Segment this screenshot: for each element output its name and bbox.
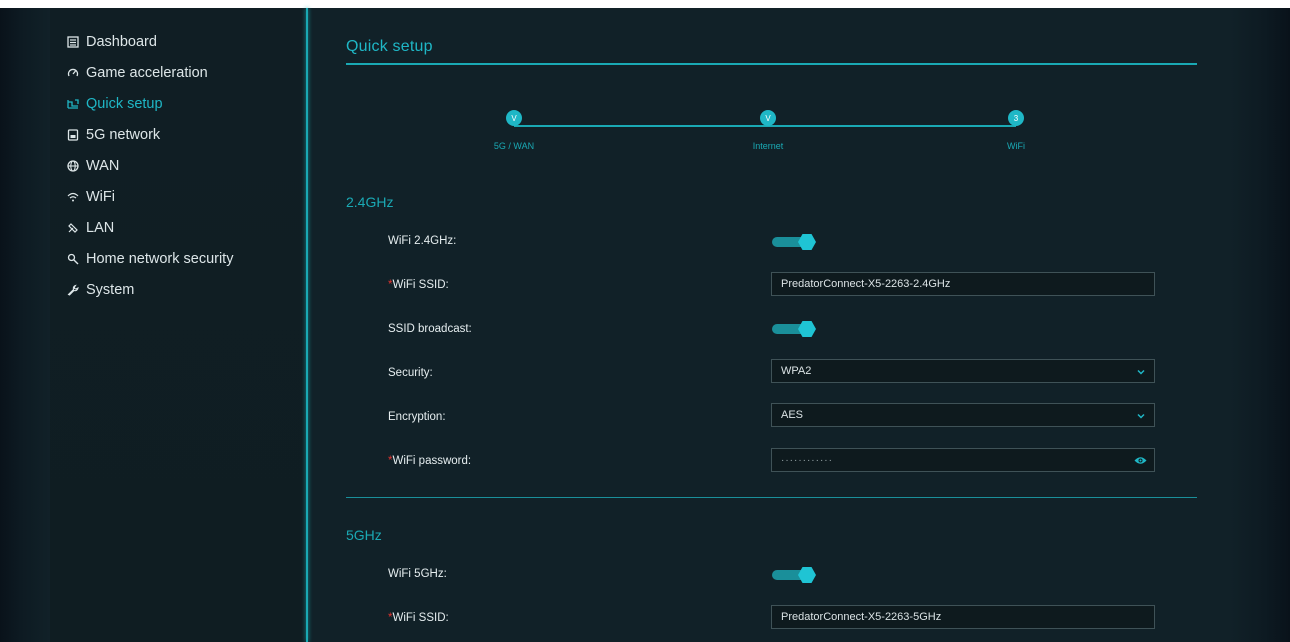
title-divider <box>346 63 1197 65</box>
page: Dashboard Game acceleration Quick setup … <box>0 0 1290 642</box>
section-divider <box>346 497 1197 498</box>
stepper-line <box>768 125 1016 127</box>
sidebar-item-label: WAN <box>86 158 120 174</box>
wifi-2-4ghz-toggle[interactable] <box>772 234 816 250</box>
password-mask: ············ <box>781 454 833 466</box>
security-select[interactable]: WPA2 <box>771 359 1155 383</box>
sidebar-item-lan[interactable]: LAN <box>67 216 114 240</box>
wifi-icon <box>67 191 79 203</box>
ssid-broadcast-toggle[interactable] <box>772 321 816 337</box>
sidebar-item-wan[interactable]: WAN <box>67 154 119 178</box>
encryption-value: AES <box>781 409 804 421</box>
sidebar-item-home-network-security[interactable]: Home network security <box>67 247 233 271</box>
wifi-password-input[interactable]: ············ <box>771 448 1155 472</box>
main-content: Quick setup V V 3 5G / WAN Internet WiFi… <box>308 8 1230 642</box>
sidebar-item-label: Quick setup <box>86 96 163 112</box>
stepper-line <box>514 125 768 127</box>
page-title: Quick setup <box>346 38 433 55</box>
step-marker-internet: V <box>760 110 776 126</box>
step-label-internet: Internet <box>752 141 784 151</box>
sidebar-item-label: Dashboard <box>86 34 157 50</box>
ssid-broadcast-label: SSID broadcast: <box>388 323 472 335</box>
sidebar-item-label: LAN <box>86 220 115 236</box>
chevron-down-icon <box>1137 413 1145 419</box>
section-title-5ghz: 5GHz <box>346 527 382 543</box>
sidebar-item-dashboard[interactable]: Dashboard <box>67 30 157 54</box>
sidebar-item-label: 5G network <box>86 127 161 143</box>
sidebar: Dashboard Game acceleration Quick setup … <box>50 8 306 642</box>
step-marker-wifi: 3 <box>1008 110 1024 126</box>
security-label: Security: <box>388 367 433 379</box>
wrench-icon <box>67 284 79 296</box>
step-marker-5g-wan: V <box>506 110 522 126</box>
sidebar-item-game-acceleration[interactable]: Game acceleration <box>67 61 208 85</box>
sidebar-item-5g-network[interactable]: 5G network <box>67 123 160 147</box>
security-icon <box>67 253 79 265</box>
lan-icon <box>67 222 79 234</box>
wifi-ssid-label-text: WiFi SSID: <box>392 279 449 291</box>
wifi-5ghz-label: WiFi 5GHz: <box>388 568 447 580</box>
step-label-5g-wan: 5G / WAN <box>493 141 535 151</box>
sidebar-item-label: WiFi <box>86 189 115 205</box>
eye-icon[interactable] <box>1134 455 1147 466</box>
section-title-2-4ghz: 2.4GHz <box>346 194 394 210</box>
wifi-ssid-5ghz-label-text: WiFi SSID: <box>392 612 449 624</box>
sidebar-item-wifi[interactable]: WiFi <box>67 185 115 209</box>
wifi-ssid-2-4ghz-value: PredatorConnect-X5-2263-2.4GHz <box>781 278 951 290</box>
security-value: WPA2 <box>781 365 812 377</box>
5g-network-icon <box>67 129 79 141</box>
chevron-down-icon <box>1137 369 1145 375</box>
wifi-ssid-2-4ghz-input[interactable]: PredatorConnect-X5-2263-2.4GHz <box>771 272 1155 296</box>
wifi-2-4ghz-label: WiFi 2.4GHz: <box>388 235 457 247</box>
globe-icon <box>67 160 79 172</box>
encryption-select[interactable]: AES <box>771 403 1155 427</box>
wifi-ssid-5ghz-value: PredatorConnect-X5-2263-5GHz <box>781 611 942 623</box>
dashboard-icon <box>67 36 79 48</box>
sidebar-item-system[interactable]: System <box>67 278 134 302</box>
sidebar-item-label: Game acceleration <box>86 65 208 81</box>
sidebar-item-label: Home network security <box>86 251 234 267</box>
wifi-5ghz-toggle[interactable] <box>772 567 816 583</box>
wifi-ssid-5ghz-input[interactable]: PredatorConnect-X5-2263-5GHz <box>771 605 1155 629</box>
wifi-password-label-text: WiFi password: <box>392 455 472 467</box>
quick-setup-icon <box>67 98 79 110</box>
game-acceleration-icon <box>67 67 79 79</box>
wifi-ssid-label: *WiFi SSID: <box>388 279 449 291</box>
sidebar-item-label: System <box>86 282 135 298</box>
top-bar <box>0 0 1290 8</box>
sidebar-item-quick-setup[interactable]: Quick setup <box>67 92 163 116</box>
encryption-label: Encryption: <box>388 411 446 423</box>
wifi-ssid-5ghz-label: *WiFi SSID: <box>388 612 449 624</box>
step-label-wifi: WiFi <box>1007 141 1025 151</box>
wifi-password-label: *WiFi password: <box>388 455 471 467</box>
